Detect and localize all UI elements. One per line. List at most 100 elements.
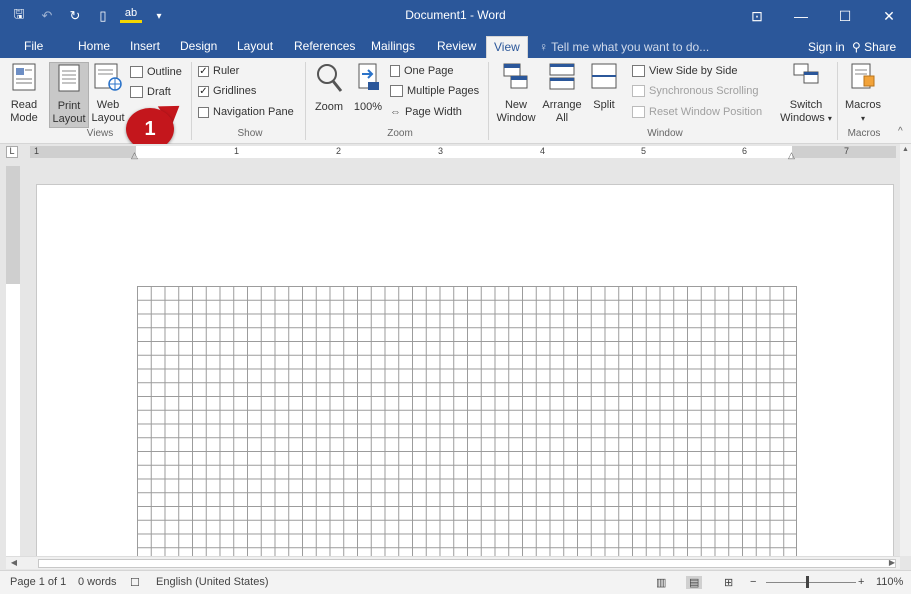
scroll-thumb[interactable]: [38, 559, 896, 568]
synchronous-scrolling-icon: [632, 85, 645, 97]
macros-icon: [851, 63, 875, 89]
scroll-right-icon[interactable]: ▶: [886, 557, 898, 569]
multiple-pages-label: Multiple Pages: [407, 85, 480, 97]
divider: [191, 62, 192, 140]
gridlines-label: Gridlines: [213, 85, 257, 97]
view-side-by-side-label: View Side by Side: [649, 65, 738, 77]
maximize-icon[interactable]: ☐: [823, 0, 867, 32]
tab-home[interactable]: Home: [71, 36, 117, 58]
web-layout-icon: [94, 63, 122, 91]
reset-window-position-button[interactable]: Reset Window Position: [632, 104, 762, 120]
page-width-icon: ⇔: [390, 106, 401, 118]
web-layout-button[interactable]: Web Layout: [90, 62, 126, 125]
ruler-number: 3: [438, 146, 444, 156]
share-label: Share: [864, 40, 897, 54]
macros-button[interactable]: Macros ▾: [842, 62, 884, 125]
print-layout-button[interactable]: Print Layout: [49, 62, 89, 128]
language-indicator[interactable]: English (United States): [156, 576, 269, 588]
zoom-slider-thumb[interactable]: [806, 576, 809, 588]
zoom-label: Zoom: [314, 101, 344, 113]
new-window-button[interactable]: New Window: [493, 62, 539, 125]
view-side-by-side-button[interactable]: View Side by Side: [632, 63, 737, 79]
scroll-up-icon[interactable]: ▲: [902, 146, 909, 153]
read-mode-view-icon[interactable]: ▥: [656, 576, 666, 589]
scroll-left-icon[interactable]: ◀: [8, 557, 20, 569]
tab-mailings[interactable]: Mailings: [364, 36, 422, 58]
multiple-pages-icon: [390, 85, 403, 97]
page-count[interactable]: Page 1 of 1: [10, 576, 66, 588]
collapse-ribbon-icon[interactable]: ^: [898, 126, 903, 137]
tab-selector-icon[interactable]: L: [6, 146, 18, 158]
zoom-level[interactable]: 110%: [876, 576, 903, 588]
arrange-all-button[interactable]: Arrange All: [540, 62, 584, 125]
close-icon[interactable]: ✕: [867, 0, 911, 32]
side-by-side-icon: [632, 65, 645, 77]
ruler-label: Ruler: [213, 65, 240, 77]
tab-file[interactable]: File: [17, 36, 50, 58]
web-layout-label-1: Web: [96, 99, 120, 111]
outline-icon: [130, 66, 143, 78]
switch-windows-button[interactable]: Switch Windows ▾: [778, 62, 834, 125]
zoom-100-icon: [358, 63, 379, 90]
window-controls: ⊡ — ☐ ✕: [735, 0, 911, 32]
proofing-icon[interactable]: ☐: [130, 576, 140, 589]
tab-layout[interactable]: Layout: [230, 36, 280, 58]
navigation-pane-checkbox[interactable]: Navigation Pane: [198, 104, 294, 120]
gridlines-checkbox[interactable]: ✓ Gridlines: [198, 83, 256, 99]
macros-label: Macros: [844, 99, 882, 111]
zoom-slider[interactable]: [766, 582, 856, 583]
tab-references[interactable]: References: [287, 36, 362, 58]
minimize-icon[interactable]: —: [779, 0, 823, 32]
new-window-label-2: Window: [496, 112, 536, 124]
print-layout-icon: [58, 64, 80, 92]
ruler-number: 5: [641, 146, 647, 156]
indent-marker-icon[interactable]: △: [131, 150, 138, 161]
one-page-button[interactable]: One Page: [390, 63, 454, 79]
ribbon-display-options-icon[interactable]: ⊡: [735, 0, 779, 32]
tab-design[interactable]: Design: [173, 36, 224, 58]
horizontal-scrollbar[interactable]: ◀ ▶: [6, 556, 900, 569]
synchronous-scrolling-button[interactable]: Synchronous Scrolling: [632, 83, 758, 99]
title-bar: 🖫 ↶ ↻ ▯ ab ▾ Document1 - Word ⊡ — ☐ ✕: [0, 0, 911, 32]
zoom-out-icon[interactable]: −: [750, 576, 756, 588]
read-mode-button[interactable]: Read Mode: [4, 62, 44, 125]
tab-review[interactable]: Review: [430, 36, 483, 58]
vertical-ruler[interactable]: [6, 166, 20, 556]
page-width-button[interactable]: ⇔ Page Width: [390, 104, 462, 120]
arrange-all-icon: [549, 63, 575, 90]
read-mode-label-1: Read: [10, 99, 38, 111]
split-button[interactable]: Split: [588, 62, 620, 112]
dropdown-arrow-icon: ▾: [827, 114, 832, 123]
person-icon: ⚲: [852, 40, 861, 54]
ribbon-tabs: File Home Insert Design Layout Reference…: [0, 32, 911, 58]
tab-insert[interactable]: Insert: [123, 36, 167, 58]
web-layout-label-2: Layout: [91, 112, 125, 124]
sign-in-link[interactable]: Sign in: [808, 40, 845, 54]
reset-window-position-icon: [632, 106, 645, 118]
outline-button[interactable]: Outline: [130, 64, 182, 80]
ruler-number: 7: [844, 146, 850, 156]
tab-view[interactable]: View: [486, 36, 528, 58]
zoom-100-button[interactable]: 100%: [352, 62, 384, 114]
status-bar: Page 1 of 1 0 words ☐ English (United St…: [0, 570, 911, 594]
zoom-in-icon[interactable]: +: [858, 576, 864, 588]
web-layout-view-icon[interactable]: ⊞: [724, 576, 733, 589]
zoom-button[interactable]: Zoom: [310, 62, 348, 114]
document-page[interactable]: [36, 184, 894, 556]
share-button[interactable]: ⚲ Share: [852, 40, 896, 54]
draft-label: Draft: [147, 86, 171, 98]
draft-button[interactable]: Draft: [130, 84, 171, 100]
tell-me-search[interactable]: ♀︎ Tell me what you want to do...: [539, 40, 709, 54]
gridlines-check-icon: ✓: [198, 85, 209, 97]
multiple-pages-button[interactable]: Multiple Pages: [390, 83, 479, 99]
ruler-checkbox[interactable]: ✓ Ruler: [198, 63, 239, 79]
vertical-scrollbar[interactable]: ▲: [900, 144, 911, 556]
right-indent-marker-icon[interactable]: △: [788, 150, 795, 161]
ruler-track: [30, 146, 896, 158]
word-count[interactable]: 0 words: [78, 576, 117, 588]
horizontal-ruler[interactable]: L 1 1 2 3 4 5 6 7 △ △: [0, 144, 911, 160]
window-group-label: Window: [647, 128, 683, 139]
print-layout-label-1: Print: [57, 100, 81, 112]
print-layout-view-icon[interactable]: ▤: [686, 576, 703, 589]
document-area[interactable]: [24, 166, 900, 556]
